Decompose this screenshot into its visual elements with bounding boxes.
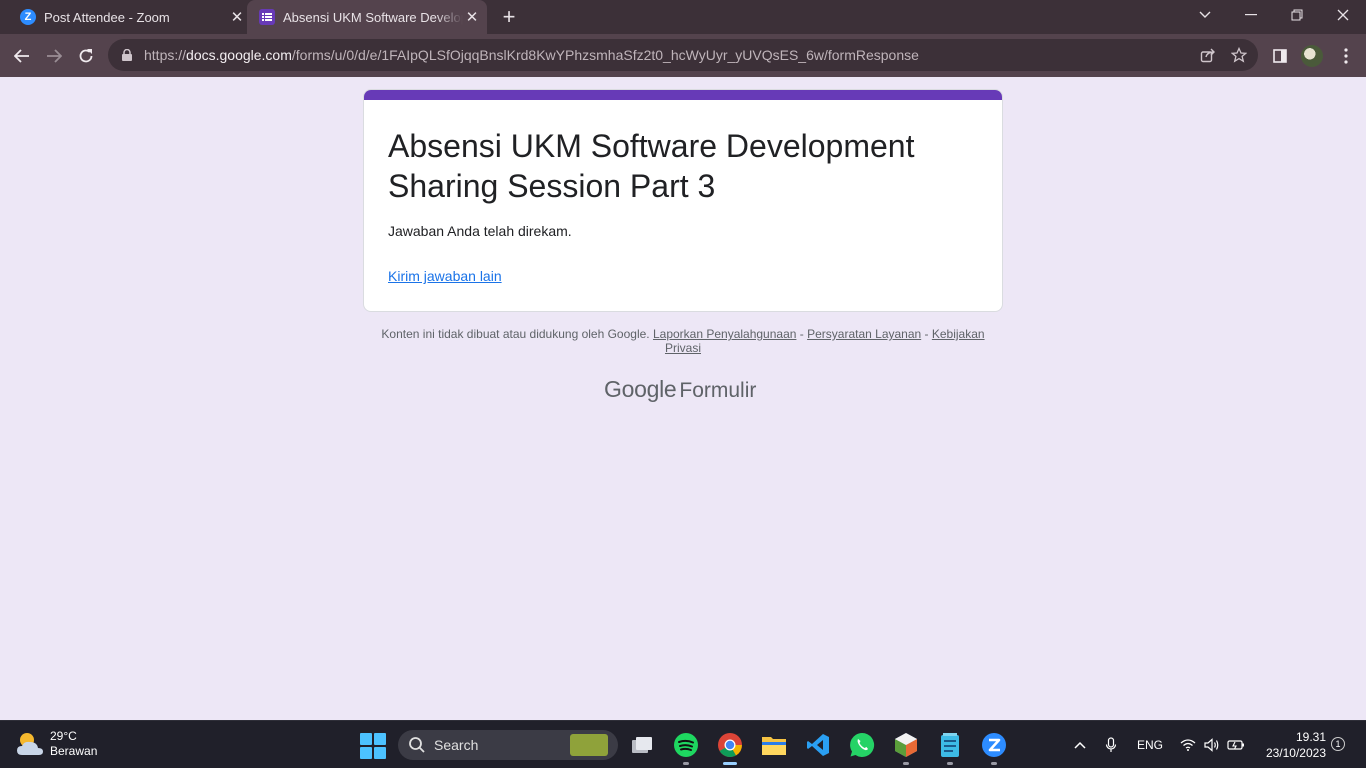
weather-widget[interactable]: 29°C Berawan [14, 729, 97, 759]
separator: - [796, 327, 808, 341]
footer-disclaimer: Konten ini tidak dibuat atau didukung ol… [363, 327, 1003, 355]
search-icon [409, 737, 425, 753]
wifi-icon[interactable] [1178, 721, 1198, 768]
submit-another-link[interactable]: Kirim jawaban lain [388, 268, 502, 284]
tab-title: Post Attendee - Zoom [44, 9, 170, 25]
taskbar-search[interactable]: Search [398, 730, 618, 760]
zoom-icon: Z [20, 9, 36, 25]
clock-time: 19.31 [1295, 730, 1326, 744]
back-arrow-icon[interactable] [8, 42, 36, 70]
close-window-icon[interactable] [1320, 0, 1366, 30]
separator: - [921, 327, 932, 341]
weather-temp: 29°C [50, 729, 77, 743]
vscode-icon[interactable] [803, 730, 833, 760]
battery-icon[interactable] [1226, 721, 1246, 768]
spotify-icon[interactable] [671, 730, 701, 765]
brand-google: Google [604, 376, 677, 402]
forward-arrow-icon[interactable] [40, 42, 68, 70]
notification-badge[interactable]: 1 [1331, 737, 1345, 751]
url-host: docs.google.com [186, 47, 292, 63]
url-text: https://docs.google.com/forms/u/0/d/e/1F… [144, 47, 919, 63]
side-panel-icon[interactable] [1266, 42, 1294, 70]
task-view-icon[interactable] [627, 730, 657, 760]
partly-cloudy-icon [14, 729, 46, 759]
terms-link[interactable]: Persyaratan Layanan [807, 327, 921, 341]
bookmark-star-icon[interactable] [1224, 39, 1254, 71]
file-explorer-icon[interactable] [759, 730, 789, 760]
url-scheme: https:// [144, 47, 187, 63]
profile-avatar[interactable] [1298, 42, 1326, 70]
confirmation-message: Jawaban Anda telah direkam. [388, 223, 572, 239]
weather-condition: Berawan [50, 744, 98, 758]
windows-start-icon[interactable] [360, 733, 386, 759]
tab-strip: Z Post Attendee - Zoom ✕ Absensi UKM Sof… [0, 0, 1366, 34]
form-accent-bar [364, 90, 1002, 100]
new-tab-button[interactable]: + [497, 4, 521, 29]
reload-icon[interactable] [72, 42, 100, 70]
browser-toolbar: https://docs.google.com/forms/u/0/d/e/1F… [0, 34, 1366, 77]
language-indicator[interactable]: ENG [1132, 721, 1168, 768]
address-bar[interactable]: https://docs.google.com/forms/u/0/d/e/1F… [108, 39, 1258, 71]
tab-search-chevron-icon[interactable] [1182, 0, 1228, 30]
system-clock[interactable]: 19.31 23/10/2023 [1256, 729, 1326, 761]
brand-product: Formulir [679, 379, 757, 402]
whatsapp-icon[interactable] [847, 730, 877, 760]
google-forms-icon [259, 9, 275, 25]
restore-icon[interactable] [1274, 0, 1320, 30]
share-icon[interactable] [1193, 39, 1223, 71]
search-label: Search [434, 737, 479, 753]
clock-date: 23/10/2023 [1265, 746, 1326, 760]
windows-taskbar: 29°C Berawan Search ENG 19.31 23/10/2023 [0, 720, 1366, 768]
url-path: /forms/u/0/d/e/1FAIpQLSfOjqqBnslKrd8KwYP… [291, 47, 919, 63]
kebab-menu-icon[interactable] [1332, 42, 1360, 70]
notepad-icon[interactable] [935, 730, 965, 765]
close-tab-icon[interactable]: ✕ [463, 8, 481, 26]
tab-zoom[interactable]: Z Post Attendee - Zoom ✕ [14, 0, 246, 34]
google-forms-logo[interactable]: Google Formulir [604, 376, 756, 406]
app-cube-icon[interactable] [891, 730, 921, 765]
lock-icon[interactable] [120, 48, 134, 62]
volume-icon[interactable] [1202, 721, 1222, 768]
tab-title: Absensi UKM Software Developm [283, 9, 463, 25]
tab-forms[interactable]: Absensi UKM Software Developm ✕ [247, 0, 487, 34]
microphone-icon[interactable] [1100, 721, 1122, 768]
chrome-icon[interactable] [715, 730, 745, 765]
disclaimer-text: Konten ini tidak dibuat atau didukung ol… [381, 327, 650, 341]
minimize-icon[interactable] [1228, 0, 1274, 30]
report-abuse-link[interactable]: Laporkan Penyalahgunaan [653, 327, 796, 341]
close-tab-icon[interactable]: ✕ [228, 8, 246, 26]
form-response-card: Absensi UKM Software Development Sharing… [363, 89, 1003, 312]
zoom-icon[interactable] [979, 730, 1009, 765]
search-highlight-image [570, 734, 608, 756]
form-title: Absensi UKM Software Development Sharing… [388, 128, 915, 204]
tray-chevron-up-icon[interactable] [1068, 721, 1092, 768]
